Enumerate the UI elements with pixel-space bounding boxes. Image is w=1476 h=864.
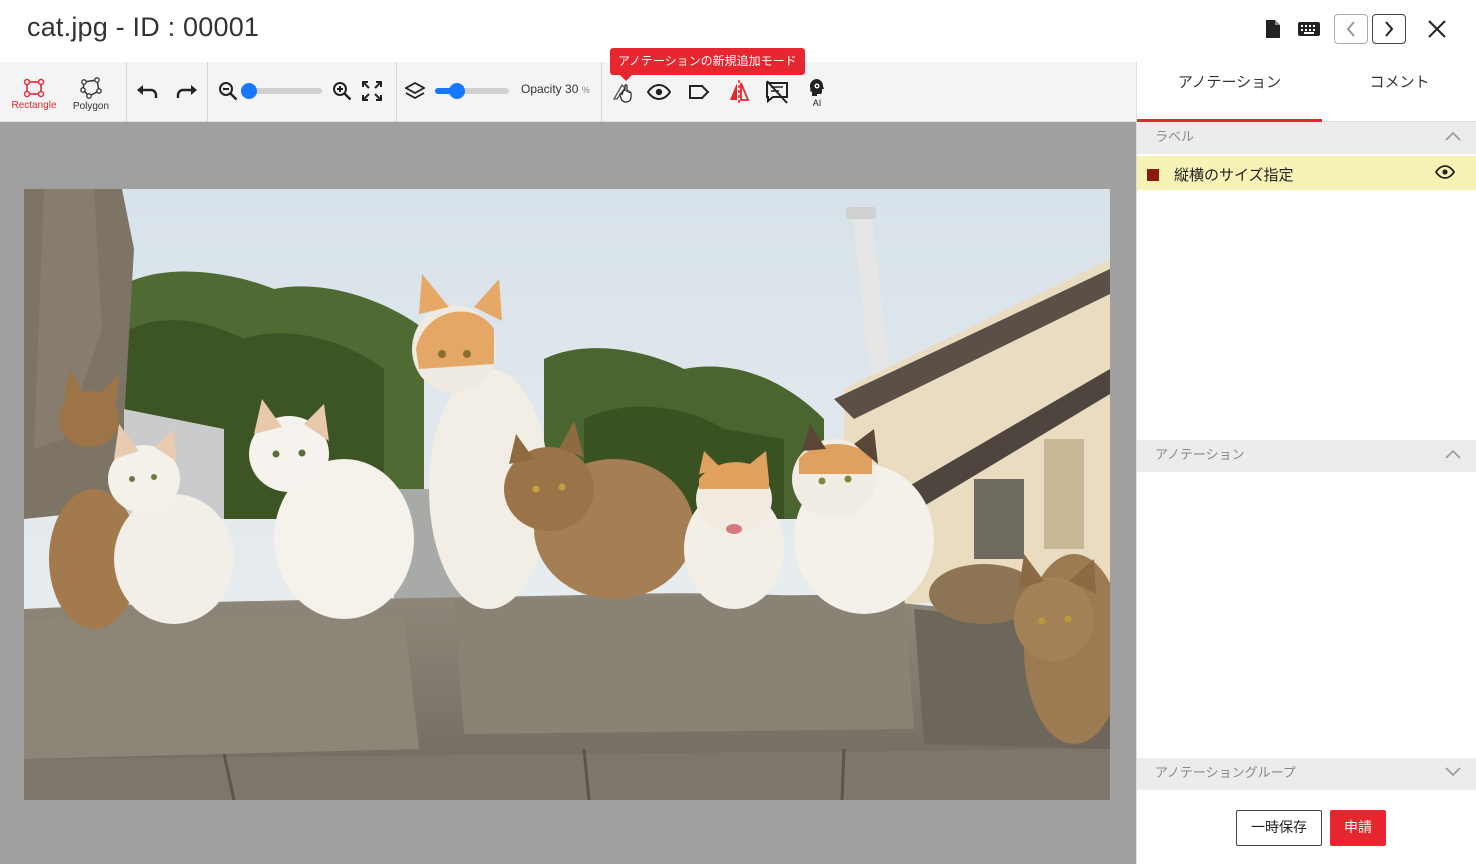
label-item-name: 縦横のサイズ指定 xyxy=(1174,166,1294,184)
labels-section-title: ラベル xyxy=(1155,130,1195,145)
side-panel: アノテーション コメント ラベル 縦横のサイズ指定 アノテーション アノテーショ… xyxy=(1136,62,1476,864)
keyboard-icon[interactable] xyxy=(1292,14,1326,44)
fit-screen-icon[interactable] xyxy=(360,79,384,103)
label-visibility-eye-icon[interactable] xyxy=(1434,164,1456,183)
zoom-in-icon[interactable] xyxy=(330,79,354,103)
close-button[interactable] xyxy=(1420,14,1454,44)
zoom-out-icon[interactable] xyxy=(216,79,240,103)
cat-photo-image xyxy=(24,189,1110,800)
shape-tool-group: Rectangle Polygon xyxy=(0,62,127,122)
opacity-slider-knob[interactable] xyxy=(449,83,466,99)
tab-annotation[interactable]: アノテーション xyxy=(1137,62,1322,122)
undo-icon[interactable] xyxy=(133,78,161,106)
opacity-slider[interactable] xyxy=(435,83,509,99)
annotation-canvas[interactable] xyxy=(0,122,1136,864)
opacity-label: Opacity 30 xyxy=(521,82,579,96)
tag-label-icon[interactable] xyxy=(686,79,712,105)
rectangle-tool[interactable]: Rectangle xyxy=(6,70,62,118)
mode-tooltip: アノテーションの新規追加モード xyxy=(610,48,805,81)
temporary-save-button[interactable]: 一時保存 xyxy=(1236,810,1322,846)
chevron-up-icon[interactable] xyxy=(1445,122,1461,154)
opacity-tool-group: Opacity 30 % xyxy=(397,62,602,122)
next-button[interactable] xyxy=(1372,14,1406,44)
chevron-down-icon[interactable] xyxy=(1445,758,1461,790)
visibility-eye-icon[interactable] xyxy=(646,79,672,105)
labels-section-header[interactable]: ラベル xyxy=(1137,122,1476,154)
document-icon[interactable] xyxy=(1256,14,1290,44)
polygon-tool-label: Polygon xyxy=(72,100,110,112)
layers-icon[interactable] xyxy=(403,79,427,103)
groups-section-header[interactable]: アノテーショングループ xyxy=(1137,758,1476,790)
opacity-readout: Opacity 30 % xyxy=(521,82,590,96)
annotation-app: cat.jpg - ID : 00001 Rectangle Polygon O… xyxy=(0,0,1476,864)
panel-tabs: アノテーション コメント xyxy=(1137,62,1476,122)
tab-comment[interactable]: コメント xyxy=(1322,62,1476,122)
rectangle-tool-label: Rectangle xyxy=(11,99,57,111)
label-item[interactable]: 縦横のサイズ指定 xyxy=(1137,156,1476,190)
hide-comment-icon[interactable] xyxy=(764,78,790,106)
submit-button[interactable]: 申請 xyxy=(1330,810,1386,846)
panel-actions: 一時保存 申請 xyxy=(1137,792,1476,864)
previous-button[interactable] xyxy=(1334,14,1368,44)
annotations-section-title: アノテーション xyxy=(1155,448,1245,463)
zoom-slider-knob[interactable] xyxy=(241,83,258,99)
window-title: cat.jpg - ID : 00001 xyxy=(27,12,260,42)
flip-icon[interactable] xyxy=(726,78,752,106)
zoom-slider[interactable] xyxy=(241,83,322,99)
polygon-tool[interactable]: Polygon xyxy=(64,70,118,118)
annotations-section-header[interactable]: アノテーション xyxy=(1137,440,1476,472)
ai-assist-icon[interactable]: AI xyxy=(804,76,830,110)
label-color-swatch xyxy=(1147,169,1159,181)
zoom-tool-group xyxy=(208,62,397,122)
ai-label: AI xyxy=(812,98,822,108)
redo-icon[interactable] xyxy=(173,78,201,106)
cat-photo[interactable] xyxy=(24,189,1110,800)
opacity-unit: % xyxy=(581,85,590,95)
toolbar: Rectangle Polygon Opacity 30 % AI xyxy=(0,62,1136,122)
chevron-up-icon[interactable] xyxy=(1445,440,1461,472)
groups-section-title: アノテーショングループ xyxy=(1155,766,1296,781)
add-annotation-mode-icon[interactable] xyxy=(610,79,636,105)
history-tool-group xyxy=(127,62,208,122)
